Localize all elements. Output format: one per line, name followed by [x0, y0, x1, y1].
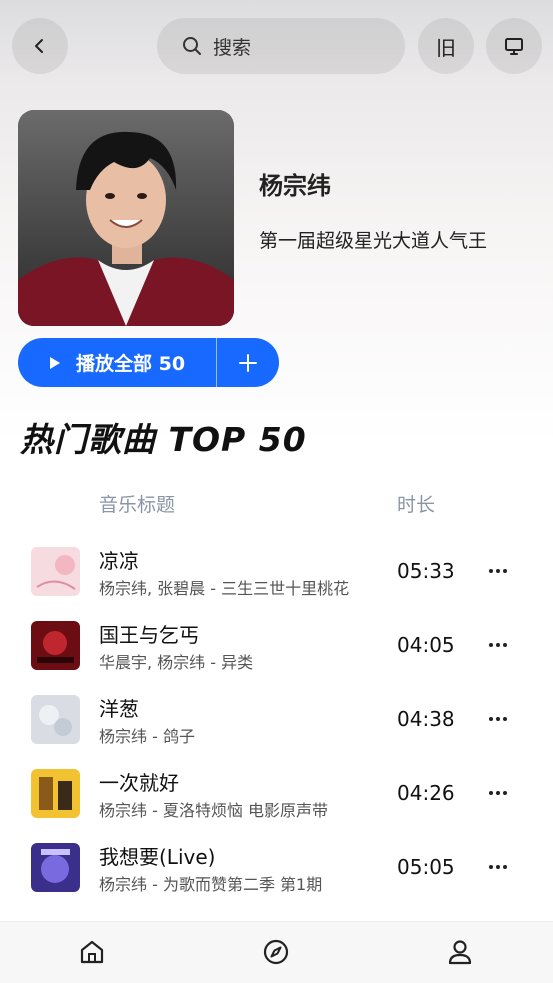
song-row[interactable]: 凉凉 杨宗纬, 张碧晨 - 三生三世十里桃花 05:33 [0, 534, 553, 608]
more-icon [489, 569, 507, 573]
play-all-button[interactable]: 播放全部 50 [18, 338, 216, 387]
song-subtitle: 杨宗纬, 张碧晨 - 三生三世十里桃花 [99, 579, 350, 598]
column-header-title: 音乐标题 [99, 494, 176, 516]
chevron-left-icon [35, 39, 43, 53]
monitor-icon [505, 38, 523, 55]
song-subtitle: 杨宗纬 - 夏洛特烦恼 电影原声带 [99, 801, 329, 820]
song-subtitle: 华晨宇, 杨宗纬 - 异类 [99, 653, 254, 672]
song-duration: 04:26 [397, 781, 455, 805]
history-icon: 旧 [436, 35, 456, 60]
artist-portrait [18, 110, 234, 326]
more-button[interactable] [483, 706, 513, 732]
artist-name: 杨宗纬 [259, 172, 331, 200]
more-button[interactable] [483, 632, 513, 658]
column-header-duration: 时长 [397, 494, 436, 516]
song-row[interactable]: 我想要(Live) 杨宗纬 - 为歌而赞第二季 第1期 05:05 [0, 830, 553, 904]
more-icon [489, 865, 507, 869]
song-title: 凉凉 [99, 549, 139, 573]
song-cover [31, 621, 80, 670]
more-icon [489, 791, 507, 795]
search-icon [183, 37, 201, 55]
screen-button[interactable] [486, 18, 542, 74]
back-button[interactable] [12, 18, 68, 74]
song-cover [31, 843, 80, 892]
song-cover [31, 769, 80, 818]
song-title: 我想要(Live) [99, 845, 216, 869]
song-duration: 04:38 [397, 707, 455, 731]
artist-description[interactable]: 第一届超级星光大道人气王 [259, 226, 529, 253]
bottom-nav [0, 921, 553, 983]
more-icon [489, 717, 507, 721]
more-button[interactable] [483, 780, 513, 806]
more-icon [489, 643, 507, 647]
nav-home[interactable] [76, 936, 108, 968]
play-icon [50, 356, 60, 369]
song-cover [31, 547, 80, 596]
song-title: 国王与乞丐 [99, 623, 199, 647]
more-button[interactable] [483, 558, 513, 584]
section-title: 热门歌曲 TOP 50 [20, 420, 307, 459]
nav-discover[interactable] [260, 936, 292, 968]
song-subtitle: 杨宗纬 - 为歌而赞第二季 第1期 [99, 875, 323, 894]
user-icon [448, 940, 472, 965]
home-icon [80, 940, 104, 964]
song-duration: 04:05 [397, 633, 455, 657]
more-button[interactable] [483, 854, 513, 880]
song-duration: 05:33 [397, 559, 455, 583]
play-all-group: 播放全部 50 [18, 338, 279, 387]
top-bar: 搜索 旧 [0, 18, 553, 74]
artist-photo [18, 110, 234, 326]
search-placeholder: 搜索 [213, 36, 252, 59]
song-subtitle: 杨宗纬 - 鸽子 [99, 727, 195, 746]
add-to-playlist-button[interactable] [217, 338, 279, 387]
song-row[interactable]: 洋葱 杨宗纬 - 鸽子 04:38 [0, 682, 553, 756]
song-title: 洋葱 [99, 697, 139, 721]
search-input[interactable]: 搜索 [157, 18, 405, 74]
play-all-label: 播放全部 50 [76, 353, 186, 375]
song-list: 凉凉 杨宗纬, 张碧晨 - 三生三世十里桃花 05:33 国王与乞丐 华晨宇, … [0, 534, 553, 904]
history-button[interactable]: 旧 [418, 18, 474, 74]
nav-profile[interactable] [444, 936, 476, 968]
plus-icon [239, 353, 257, 372]
song-row[interactable]: 一次就好 杨宗纬 - 夏洛特烦恼 电影原声带 04:26 [0, 756, 553, 830]
compass-icon [263, 939, 289, 965]
song-row[interactable]: 国王与乞丐 华晨宇, 杨宗纬 - 异类 04:05 [0, 608, 553, 682]
song-cover [31, 695, 80, 744]
song-title: 一次就好 [99, 771, 179, 795]
song-duration: 05:05 [397, 855, 455, 879]
